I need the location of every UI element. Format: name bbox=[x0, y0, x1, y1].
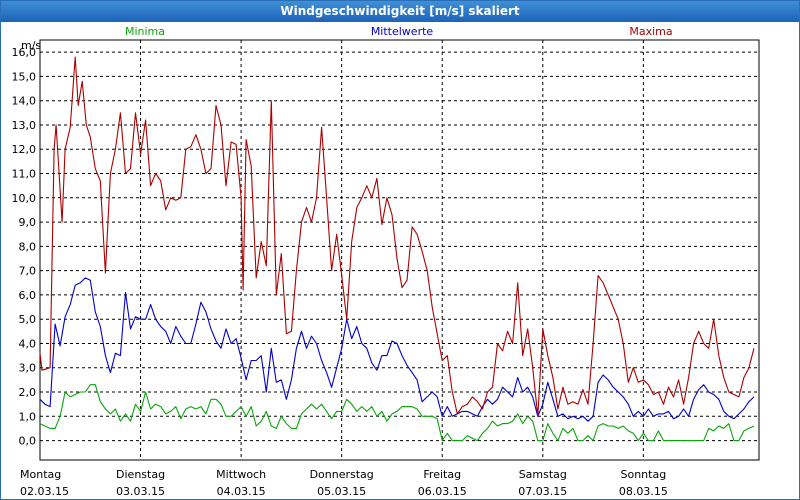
y-tick-label: 6,0 bbox=[19, 289, 37, 302]
y-tick-label: 4,0 bbox=[19, 337, 37, 350]
legend-maxima: Maxima bbox=[629, 25, 672, 38]
legend-mittelwerte: Mittelwerte bbox=[371, 25, 434, 38]
y-tick-label: 3,0 bbox=[19, 362, 37, 375]
y-tick-label: 1,0 bbox=[19, 410, 37, 423]
chart-svg: Minima Mittelwerte Maxima m/s 0,01,02,03… bbox=[12, 25, 760, 498]
series-maxima bbox=[39, 56, 755, 417]
y-tick-label: 15,0 bbox=[12, 70, 37, 83]
x-tick-date: 02.03.15 bbox=[20, 485, 69, 498]
series-lines bbox=[39, 56, 755, 442]
series-minima bbox=[39, 384, 755, 442]
y-tick-label: 10,0 bbox=[12, 192, 37, 205]
y-tick-label: 0,0 bbox=[19, 435, 37, 448]
y-tick-label: 9,0 bbox=[19, 216, 37, 229]
x-tick-date: 07.03.15 bbox=[518, 485, 567, 498]
y-tick-label: 11,0 bbox=[12, 168, 37, 181]
y-tick-label: 5,0 bbox=[19, 313, 37, 326]
grid-lines bbox=[40, 40, 759, 460]
x-tick-date: 06.03.15 bbox=[418, 485, 467, 498]
x-tick-day: Samstag bbox=[519, 468, 567, 481]
plot-frame bbox=[39, 39, 760, 461]
x-tick-day: Freitag bbox=[423, 468, 461, 481]
x-tick-labels: Montag 02.03.15 Dienstag 03.03.15 Mittwoch 04… bbox=[20, 468, 668, 498]
x-tick-date: 05.03.15 bbox=[317, 485, 366, 498]
x-tick-date: 08.03.15 bbox=[619, 485, 668, 498]
x-tick-day: Dienstag bbox=[116, 468, 165, 481]
series-mittelwerte bbox=[39, 277, 755, 422]
y-tick-label: 8,0 bbox=[19, 240, 37, 253]
y-tick-labels: 0,0 1,0 2,0 3,0 4,0 5,0 6,0 7,0 8,0 9,0 10,0 11,0 12… bbox=[12, 46, 37, 447]
x-tick-day: Mittwoch bbox=[216, 468, 266, 481]
legend-minima: Minima bbox=[125, 25, 165, 38]
y-tick-label: 7,0 bbox=[19, 265, 37, 278]
y-tick-label: 2,0 bbox=[19, 386, 37, 399]
y-tick-label: 13,0 bbox=[12, 119, 37, 132]
y-tick-label: 16,0 bbox=[12, 46, 37, 59]
x-tick-day: Sonntag bbox=[621, 468, 667, 481]
x-tick-date: 04.03.15 bbox=[217, 485, 266, 498]
y-tick-label: 12,0 bbox=[12, 143, 37, 156]
y-tick-label: 14,0 bbox=[12, 95, 37, 108]
x-tick-date: 03.03.15 bbox=[116, 485, 165, 498]
x-tick-day: Donnerstag bbox=[310, 468, 374, 481]
x-tick-day: Montag bbox=[20, 468, 61, 481]
